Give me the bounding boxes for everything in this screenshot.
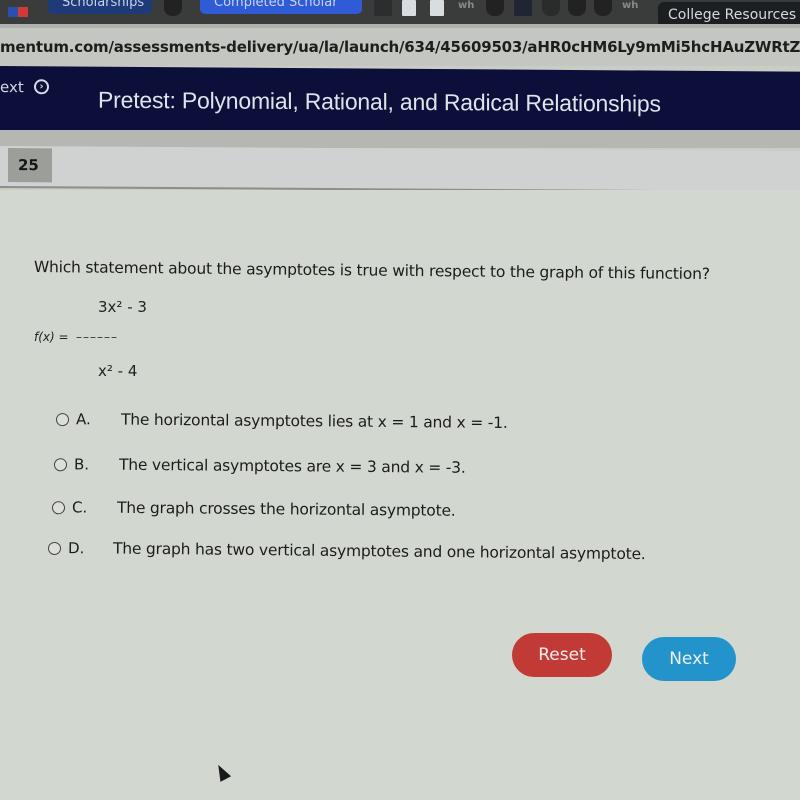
- function-label: f(x) =: [34, 330, 69, 344]
- option-text[interactable]: The graph crosses the horizontal asympto…: [117, 499, 456, 520]
- header-divider: [0, 130, 800, 148]
- radio-button[interactable]: [51, 500, 66, 514]
- question-number: 25: [8, 148, 52, 183]
- eye-icon[interactable]: [594, 0, 612, 16]
- reset-button[interactable]: Reset: [512, 633, 612, 677]
- option-letter: B.: [73, 455, 90, 474]
- refresh-icon[interactable]: [542, 0, 560, 16]
- next-button[interactable]: Next: [642, 637, 736, 681]
- fraction-bar: ––––––: [76, 330, 118, 344]
- square-icon[interactable]: [514, 0, 532, 16]
- option-d[interactable]: D. The graph has two vertical asymptotes…: [47, 539, 646, 564]
- option-text[interactable]: The graph has two vertical asymptotes an…: [113, 540, 646, 564]
- address-bar[interactable]: mentum.com/assessments-delivery/ua/la/la…: [0, 24, 800, 66]
- question-prompt: Which statement about the asymptotes is …: [33, 258, 710, 284]
- question-number-bar: 25: [0, 146, 800, 193]
- radio-button[interactable]: [53, 457, 68, 471]
- app-icon[interactable]: [164, 0, 182, 16]
- bookmarks-bar: Scholarships Completed Scholar wh wh Col…: [0, 0, 800, 28]
- bookmark-completed-scholarships[interactable]: Completed Scholar: [200, 0, 362, 14]
- page-icon[interactable]: [402, 0, 416, 16]
- option-b[interactable]: B. The vertical asymptotes are x = 3 and…: [53, 455, 466, 477]
- option-a[interactable]: A. The horizontal asymptotes lies at x =…: [55, 410, 508, 432]
- bookmark-scholarships[interactable]: Scholarships: [48, 0, 152, 14]
- app-icon[interactable]: [374, 0, 392, 16]
- page-title: Pretest: Polynomial, Rational, and Radic…: [98, 86, 661, 117]
- favicon-icon: [8, 2, 30, 17]
- radio-button[interactable]: [47, 541, 62, 555]
- function-numerator: 3x² - 3: [98, 298, 147, 316]
- function-denominator: x² - 4: [98, 362, 138, 380]
- option-c[interactable]: C. The graph crosses the horizontal asym…: [51, 498, 456, 520]
- option-text[interactable]: The vertical asymptotes are x = 3 and x …: [119, 456, 466, 477]
- radio-button[interactable]: [55, 412, 70, 426]
- mouse-cursor-icon: [212, 762, 232, 782]
- question-content: Which statement about the asymptotes is …: [0, 190, 800, 800]
- header-next-label[interactable]: ext: [0, 78, 24, 96]
- eye-icon[interactable]: [568, 0, 586, 16]
- option-letter: A.: [75, 410, 91, 429]
- page-icon[interactable]: [430, 0, 444, 16]
- arrow-circle-right-icon[interactable]: ›: [34, 79, 49, 95]
- option-text[interactable]: The horizontal asymptotes lies at x = 1 …: [121, 411, 508, 432]
- option-letter: D.: [67, 539, 85, 558]
- dots-icon[interactable]: [486, 0, 504, 16]
- wh-icon[interactable]: wh: [458, 0, 474, 11]
- wh-icon[interactable]: wh: [622, 0, 638, 11]
- option-letter: C.: [71, 498, 88, 517]
- url-text[interactable]: mentum.com/assessments-delivery/ua/la/la…: [0, 38, 800, 56]
- app-header: ext › Pretest: Polynomial, Rational, and…: [0, 66, 800, 136]
